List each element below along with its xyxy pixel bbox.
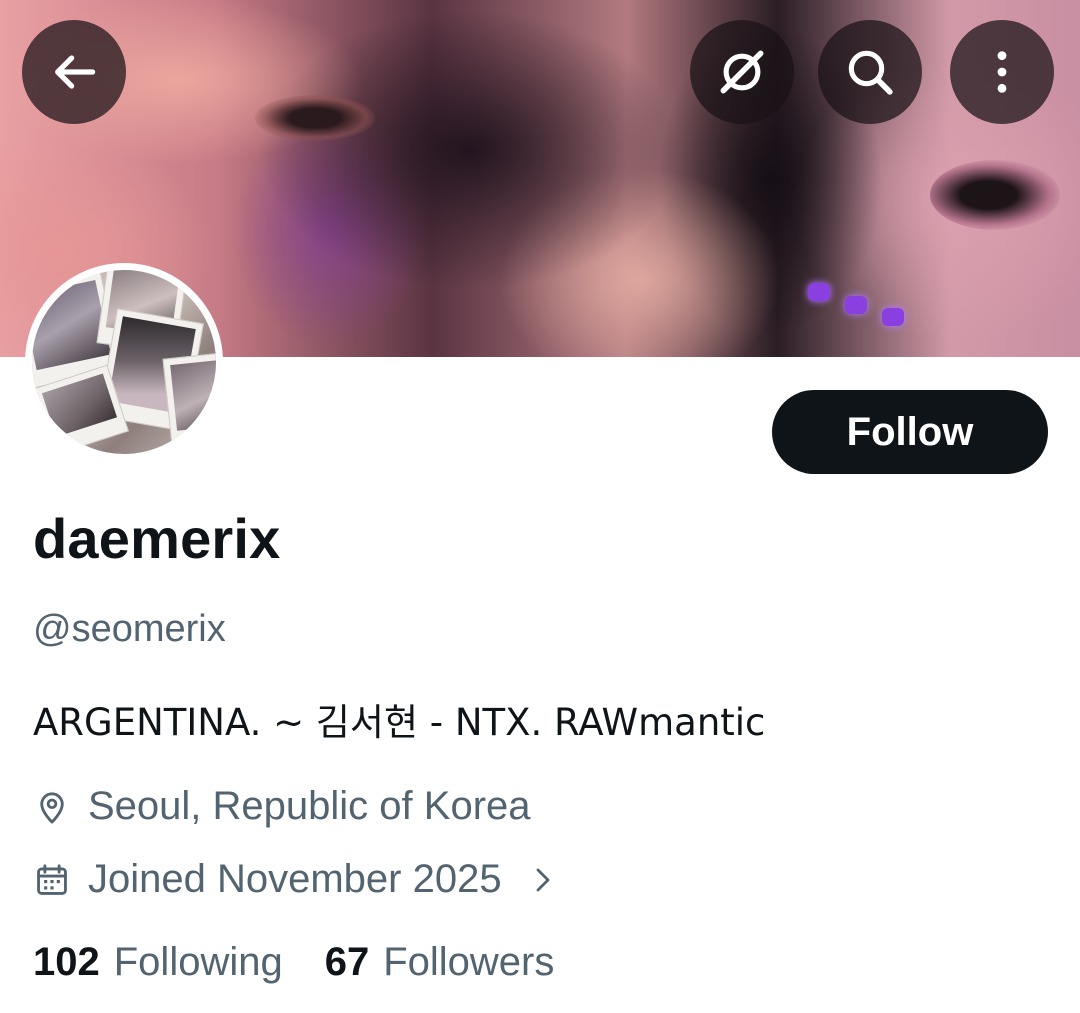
profile-bio: ARGENTINA. ~ 김서현 - NTX. RAWmantic [33, 701, 766, 744]
avatar-image [32, 270, 216, 454]
joined-text: Joined November 2025 [88, 857, 502, 901]
chevron-right-icon [536, 868, 549, 891]
display-name: daemerix [33, 507, 281, 570]
banner-photo-detail [930, 160, 1060, 230]
followers-link[interactable]: 67 Followers [325, 940, 555, 985]
follow-button[interactable]: Follow [772, 390, 1048, 474]
following-label: Following [113, 940, 283, 984]
location-row: Seoul, Republic of Korea [33, 784, 531, 829]
calendar-icon [37, 863, 67, 895]
banner-photo-detail [255, 95, 375, 141]
search-button[interactable] [818, 20, 922, 124]
more-vertical-icon [997, 51, 1007, 93]
more-options-button[interactable] [950, 20, 1054, 124]
avatar-photo-detail [162, 351, 216, 449]
location-pin-icon [40, 792, 64, 823]
search-icon [848, 50, 893, 95]
avatar[interactable] [25, 263, 223, 461]
follow-stats: 102 Following 67 Followers [33, 940, 554, 985]
following-count: 102 [33, 940, 100, 984]
grok-button[interactable] [690, 20, 794, 124]
location-text: Seoul, Republic of Korea [88, 784, 531, 828]
back-button[interactable] [22, 20, 126, 124]
followers-count: 67 [324, 940, 370, 984]
arrow-left-icon [55, 55, 96, 89]
followers-label: Followers [383, 940, 555, 984]
banner-photo-detail [882, 308, 904, 326]
grok-icon [720, 50, 764, 94]
banner-photo-detail [808, 283, 830, 301]
joined-row[interactable]: Joined November 2025 [33, 857, 558, 902]
user-handle: @seomerix [33, 608, 226, 650]
banner-photo-detail [845, 296, 867, 314]
following-link[interactable]: 102 Following [33, 940, 283, 985]
